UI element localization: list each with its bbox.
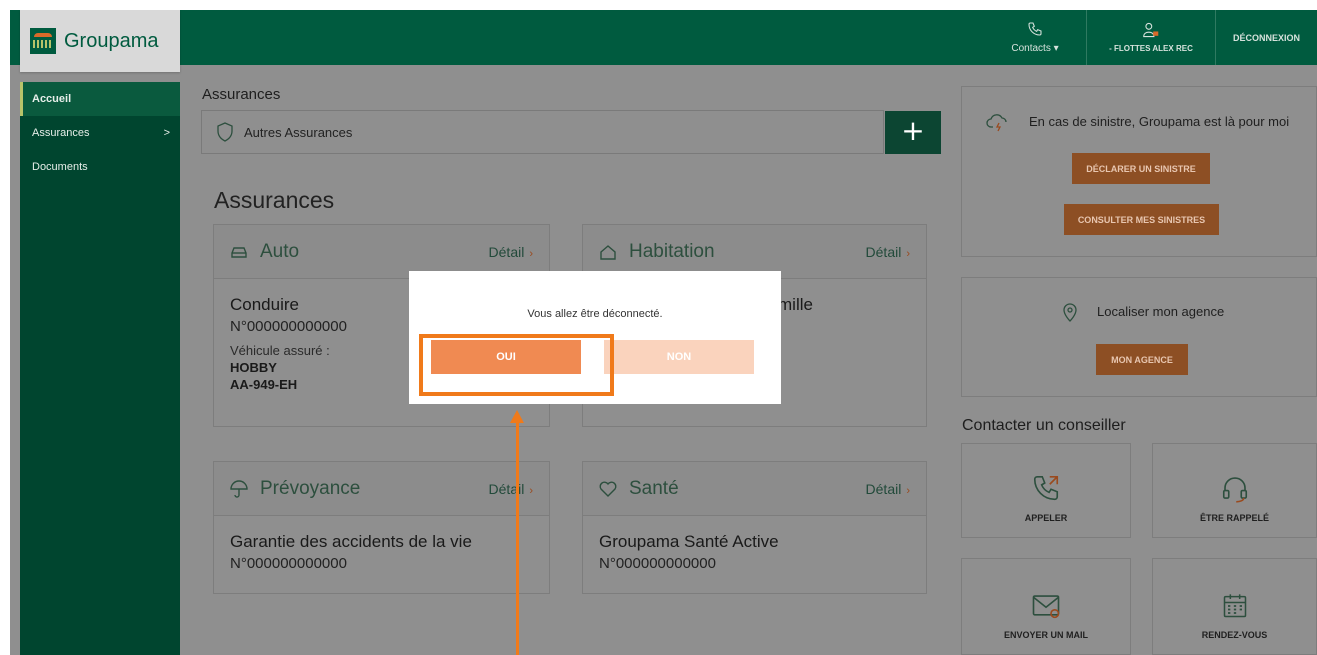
contract-title: Groupama Santé Active <box>599 532 779 551</box>
card-title: Prévoyance <box>260 477 361 499</box>
autres-assurances-label: Autres Assurances <box>244 124 353 140</box>
card-header: Prévoyance Détail › <box>214 462 549 516</box>
user-menu[interactable]: - FLOTTES ALEX REC <box>1087 10 1215 65</box>
chevron-right-icon: › <box>529 247 533 260</box>
contract-number: N°000000000000 <box>230 555 347 572</box>
detail-link[interactable]: Détail › <box>866 481 910 497</box>
autres-assurances-bar[interactable]: Autres Assurances <box>201 110 884 154</box>
location-pin-icon <box>1063 303 1077 322</box>
detail-label: Détail <box>865 480 902 497</box>
groupama-logo-icon <box>30 28 56 54</box>
tile-label: ÊTRE RAPPELÉ <box>1199 513 1269 523</box>
tile-label: ENVOYER UN MAIL <box>1003 630 1088 640</box>
annotation-arrow <box>516 422 519 655</box>
detail-label: Détail <box>865 243 902 260</box>
user-lock-icon <box>1143 22 1159 38</box>
tile-label: RENDEZ-VOUS <box>1201 630 1268 640</box>
card-body: Groupama Santé Active N°000000000000 <box>583 516 926 588</box>
mon-agence-button[interactable]: MON AGENCE <box>1096 344 1188 375</box>
mail-icon <box>1032 595 1060 619</box>
contract-title: mille <box>778 295 813 314</box>
dialog-message: Vous allez être déconnecté. <box>527 308 663 320</box>
section-title: Assurances <box>214 187 335 213</box>
rendez-vous-tile[interactable]: RENDEZ-VOUS <box>1152 558 1317 655</box>
card-sante: Santé Détail › Groupama Santé Active N°00… <box>582 461 927 594</box>
card-body: Garantie des accidents de la vie N°00000… <box>214 516 549 588</box>
declarer-sinistre-button[interactable]: DÉCLARER UN SINISTRE <box>1072 153 1210 184</box>
agence-text: Localiser mon agence <box>1097 304 1225 319</box>
sidebar-item-label: Accueil <box>32 93 72 105</box>
contacts-menu[interactable]: Contacts ▾ <box>985 10 1085 65</box>
tile-label: APPELER <box>1024 513 1068 523</box>
sinistre-text: En cas de sinistre, Groupama est là pour… <box>1029 114 1290 129</box>
card-title: Auto <box>260 240 300 262</box>
cloud-lightning-icon <box>986 114 1007 132</box>
contact-title: Contacter un conseiller <box>962 417 1126 434</box>
phone-call-icon <box>1033 475 1059 501</box>
card-title: Santé <box>629 477 679 499</box>
brand-name: Groupama <box>64 29 159 52</box>
phone-icon <box>1028 22 1042 36</box>
sidebar-item-label: Documents <box>32 161 88 173</box>
confirm-no-button[interactable]: NON <box>604 340 754 374</box>
etre-rappele-tile[interactable]: ÊTRE RAPPELÉ <box>1152 443 1317 538</box>
groupama-logo[interactable]: Groupama <box>20 10 180 72</box>
add-insurance-button[interactable]: + <box>885 111 941 154</box>
house-icon <box>600 244 616 260</box>
detail-link[interactable]: Détail › <box>489 244 533 260</box>
sidebar-item-assurances[interactable]: Assurances > <box>20 116 180 150</box>
card-prevoyance: Prévoyance Détail › Garantie des accident… <box>213 461 550 594</box>
logout-button[interactable]: DÉCONNEXION <box>1216 10 1317 65</box>
contract-number: N°000000000000 <box>599 555 716 572</box>
contacts-label: Contacts ▾ <box>1011 43 1059 54</box>
chevron-right-icon: > <box>163 127 170 139</box>
envoyer-mail-tile[interactable]: ENVOYER UN MAIL <box>961 558 1131 655</box>
chevron-right-icon: › <box>906 247 910 260</box>
top-header: Contacts ▾ - FLOTTES ALEX REC DÉCONNEXIO… <box>10 10 1317 65</box>
sidebar: Accueil Assurances > Documents <box>20 82 180 655</box>
user-name: - FLOTTES ALEX REC <box>1109 44 1193 53</box>
highlight-box <box>419 334 614 396</box>
chevron-right-icon: › <box>906 484 910 497</box>
consulter-sinistres-button[interactable]: CONSULTER MES SINISTRES <box>1064 204 1219 235</box>
chevron-right-icon: › <box>529 484 533 497</box>
sidebar-item-documents[interactable]: Documents <box>20 150 180 184</box>
card-header: Santé Détail › <box>583 462 926 516</box>
car-icon <box>231 246 247 258</box>
shield-icon <box>217 122 233 142</box>
sidebar-item-accueil[interactable]: Accueil <box>20 82 180 116</box>
page-title: Assurances <box>202 86 281 103</box>
headset-icon <box>1222 477 1247 503</box>
sinistre-panel: En cas de sinistre, Groupama est là pour… <box>961 86 1317 257</box>
agence-panel: Localiser mon agence MON AGENCE <box>961 277 1317 397</box>
sidebar-item-label: Assurances <box>32 127 90 139</box>
contract-title: Garantie des accidents de la vie <box>230 532 472 551</box>
detail-label: Détail <box>488 243 525 260</box>
detail-link[interactable]: Détail › <box>866 244 910 260</box>
calendar-icon <box>1223 594 1246 618</box>
detail-link[interactable]: Détail › <box>489 481 533 497</box>
heart-icon <box>599 481 617 497</box>
appeler-tile[interactable]: APPELER <box>961 443 1131 538</box>
umbrella-icon <box>230 479 248 498</box>
card-title: Habitation <box>629 240 715 262</box>
